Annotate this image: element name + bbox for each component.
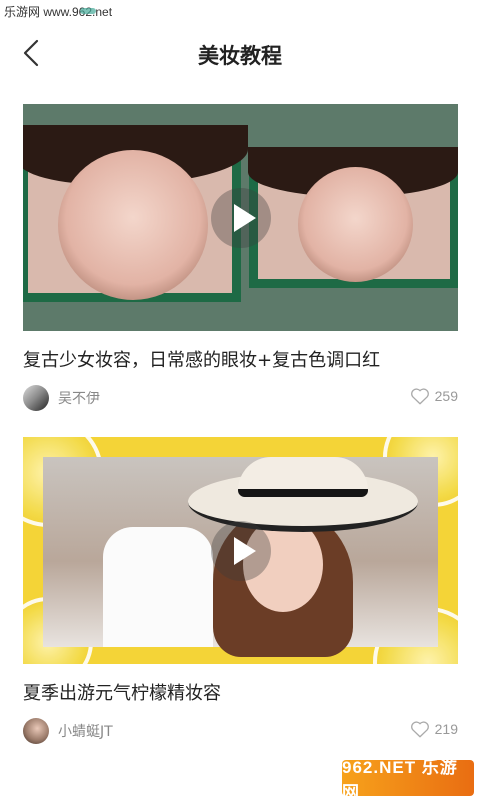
author-name[interactable]: 小蜻蜓JT [58,721,113,741]
app-header: 美妆教程 [0,24,480,82]
like-count: 219 [434,721,458,737]
video-meta: 吴不伊 259 [23,385,458,411]
heart-icon [410,721,429,738]
thumbnail-frame-left [23,125,248,302]
site-logo-text: 962.NET 乐游网 [342,758,458,800]
status-bar: 乐游网 www.962.net [0,0,480,24]
play-button[interactable] [210,520,271,581]
thumbnail-frame-right [248,147,458,288]
status-indicator-icon [80,8,96,14]
video-card[interactable]: 夏季出游元气柠檬精妆容 小蜻蜓JT 219 [23,437,458,744]
video-card[interactable]: 复古少女妆容，日常感的眼妆+复古色调口红 吴不伊 259 [23,104,458,411]
avatar[interactable] [23,385,49,411]
video-title[interactable]: 夏季出游元气柠檬精妆容 [23,681,458,707]
heart-icon [410,388,429,405]
video-thumbnail[interactable] [23,104,458,331]
site-logo: 962.NET 乐游网 [342,758,474,800]
video-title[interactable]: 复古少女妆容，日常感的眼妆+复古色调口红 [23,348,458,374]
video-thumbnail[interactable] [23,437,458,664]
play-button[interactable] [210,187,271,248]
avatar[interactable] [23,718,49,744]
video-meta: 小蜻蜓JT 219 [23,718,458,744]
like-count: 259 [434,388,458,404]
page-title: 美妆教程 [198,44,282,68]
like-button[interactable]: 219 [410,720,458,738]
like-button[interactable]: 259 [410,387,458,405]
author-name[interactable]: 吴不伊 [58,388,100,408]
